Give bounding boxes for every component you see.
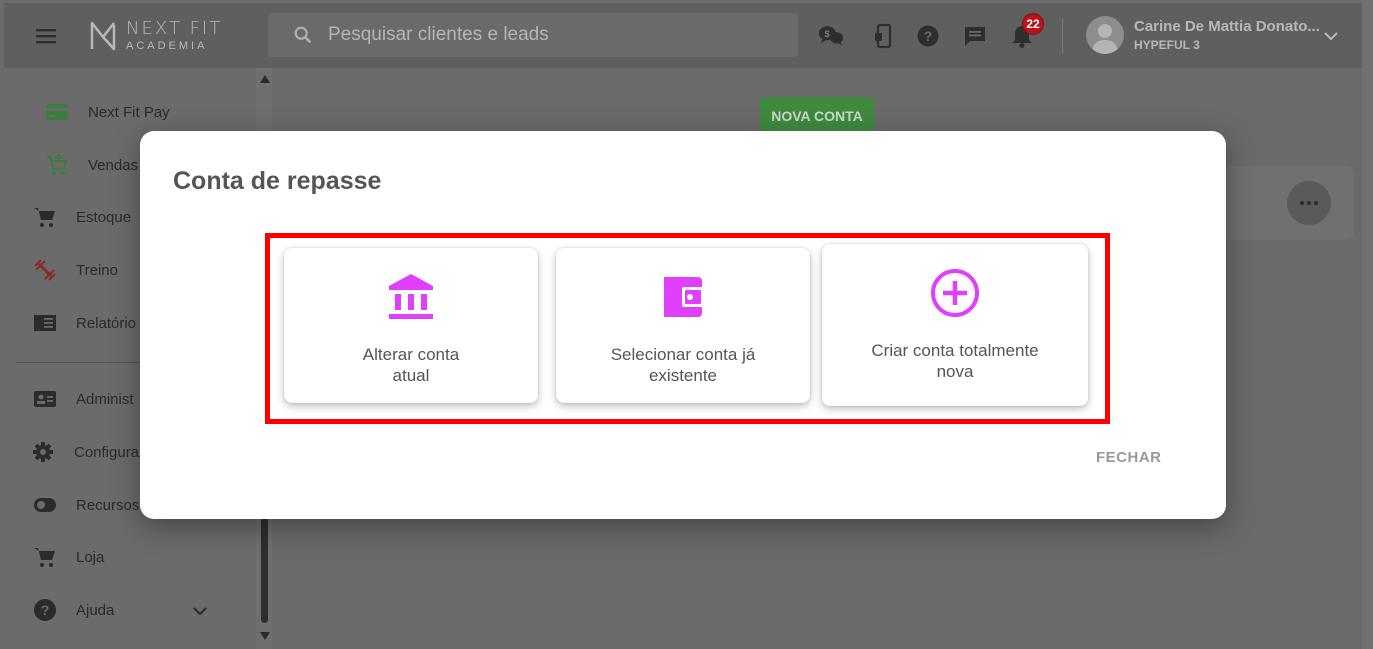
- user-info[interactable]: Carine De Mattia Donato... HYPEFUL 3: [1134, 18, 1320, 52]
- scroll-up-icon[interactable]: [260, 75, 270, 83]
- more-options-icon[interactable]: [1287, 181, 1331, 225]
- option-label: Criar conta totalmente nova: [871, 340, 1038, 382]
- sidebar-item-label: Loja: [76, 548, 105, 566]
- header-divider: [1062, 19, 1063, 53]
- close-button[interactable]: FECHAR: [1096, 449, 1162, 466]
- sidebar-item-next-fit-pay[interactable]: Next Fit Pay: [44, 100, 170, 124]
- option-label: Selecionar conta já existente: [611, 344, 756, 386]
- sidebar-item-label: Configura: [74, 443, 140, 461]
- search-input[interactable]: [328, 24, 768, 46]
- option-label-line1: Criar conta totalmente: [871, 341, 1039, 360]
- sidebar-item-configuracoes[interactable]: Configura: [30, 440, 139, 464]
- sidebar-item-estoque[interactable]: Estoque: [32, 205, 131, 229]
- new-account-button[interactable]: NOVA CONTA: [760, 97, 874, 135]
- mobile-icon[interactable]: [869, 22, 897, 50]
- sidebar-item-label: Treino: [76, 261, 118, 279]
- top-bar: NEXT FIT ACADEMIA $ ? 22 Carine De Matti…: [4, 3, 1362, 68]
- svg-text:$: $: [824, 29, 830, 39]
- id-card-icon: [32, 387, 58, 411]
- option-label-line1: Alterar conta: [362, 345, 460, 364]
- cart-plus-icon: [44, 153, 70, 177]
- search-bar[interactable]: [268, 13, 798, 57]
- sidebar-item-label: Next Fit Pay: [88, 103, 170, 121]
- sidebar-item-treino[interactable]: Treino: [32, 258, 118, 282]
- user-org: HYPEFUL 3: [1134, 38, 1200, 52]
- bank-icon: [384, 270, 438, 324]
- dumbbell-icon: [32, 258, 58, 282]
- svg-text:?: ?: [41, 602, 50, 618]
- chevron-down-icon[interactable]: [192, 604, 208, 618]
- credit-card-icon: [44, 100, 70, 124]
- option-label: Alterar conta atual: [363, 344, 459, 386]
- sidebar-item-loja[interactable]: Loja: [32, 545, 104, 569]
- scroll-down-icon[interactable]: [260, 632, 270, 640]
- sidebar-item-vendas[interactable]: Vendas: [44, 153, 138, 177]
- menu-icon[interactable]: [34, 26, 58, 46]
- sidebar-item-administracao[interactable]: Administ: [32, 387, 134, 411]
- sidebar-item-recursos[interactable]: Recursos: [32, 493, 139, 517]
- create-new-account-option[interactable]: Criar conta totalmente nova: [822, 244, 1088, 406]
- wallet-icon: [656, 270, 710, 324]
- gear-icon: [30, 440, 56, 464]
- plus-circle-icon: [928, 266, 982, 320]
- window-edge: [1362, 0, 1373, 649]
- brand-logo[interactable]: NEXT FIT ACADEMIA: [88, 19, 222, 53]
- toggle-icon: [32, 493, 58, 517]
- sidebar-item-label: Vendas: [88, 156, 139, 174]
- svg-text:?: ?: [924, 28, 933, 44]
- next-fit-logo-icon: [90, 21, 116, 51]
- sidebar-item-label: Ajuda: [76, 601, 115, 619]
- option-label-line2: existente: [648, 366, 718, 385]
- cart-icon: [32, 205, 58, 229]
- sidebar-item-ajuda[interactable]: ? Ajuda: [32, 598, 114, 622]
- avatar[interactable]: [1086, 16, 1124, 54]
- change-current-account-option[interactable]: Alterar conta atual: [284, 248, 538, 403]
- help-circle-icon: ?: [32, 598, 58, 622]
- select-existing-account-option[interactable]: Selecionar conta já existente: [556, 248, 810, 403]
- sidebar-item-relatorios[interactable]: Relatório: [32, 311, 136, 335]
- user-name: Carine De Mattia Donato...: [1134, 18, 1320, 35]
- option-label-line2: nova: [936, 362, 974, 381]
- report-icon: [32, 311, 58, 335]
- sidebar-item-label: Relatório: [76, 314, 137, 332]
- search-icon: [294, 26, 312, 44]
- brand-name: NEXT FIT: [126, 18, 223, 39]
- sidebar-item-label: Recursos: [76, 496, 140, 514]
- cart-icon: [32, 545, 58, 569]
- help-icon[interactable]: ?: [914, 22, 942, 50]
- sidebar-item-label: Administ: [76, 390, 134, 408]
- option-label-line1: Selecionar conta já: [610, 345, 756, 364]
- notification-badge: 22: [1022, 13, 1044, 35]
- scroll-thumb[interactable]: [261, 518, 268, 623]
- message-icon[interactable]: [961, 22, 989, 50]
- option-label-line2: atual: [392, 366, 430, 385]
- transfer-account-dialog: Conta de repasse Alterar conta atual Sel…: [140, 131, 1226, 519]
- chevron-down-icon[interactable]: [1322, 27, 1340, 45]
- dialog-title: Conta de repasse: [173, 167, 382, 195]
- sidebar-item-label: Estoque: [76, 208, 132, 226]
- chat-money-icon[interactable]: $: [817, 22, 845, 50]
- brand-subtitle: ACADEMIA: [126, 40, 208, 52]
